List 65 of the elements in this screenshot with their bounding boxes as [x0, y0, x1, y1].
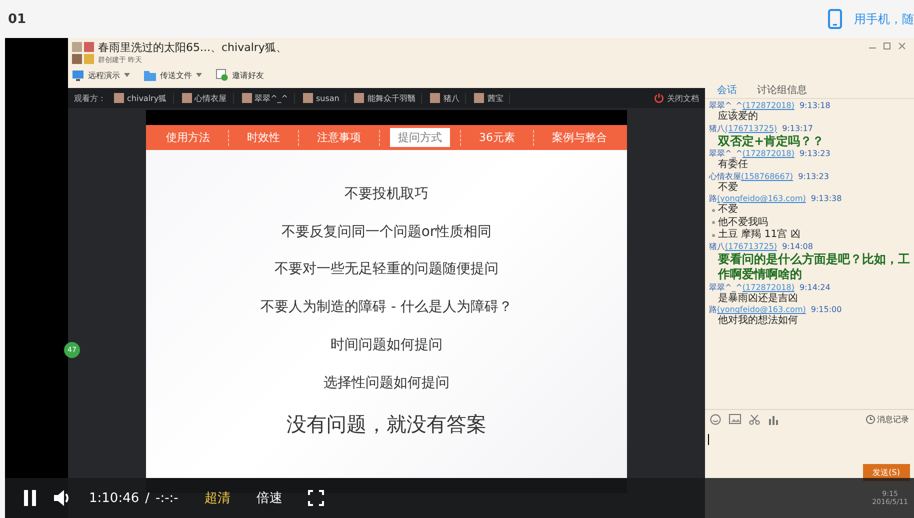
message-text: 要看问的是什么方面是吧？比如，工作啊爱情啊啥的	[716, 252, 911, 283]
window-controls-icon[interactable]	[868, 42, 908, 50]
elapsed-time: 1:10:46	[89, 490, 140, 506]
slide-text: 不要人为制造的障碍 - 什么是人为障碍？	[260, 298, 512, 316]
message-header: 翠翠^_^(172872018) 9:13:23	[709, 149, 832, 158]
power-icon	[654, 93, 664, 103]
viewers-label: 观看方：	[74, 92, 106, 104]
slide-text: 选择性问题如何提问	[324, 374, 450, 392]
message-history-button[interactable]: 消息记录	[866, 414, 909, 424]
duration-time: -:-:-	[156, 490, 178, 506]
message-header: 路(yongfeido@163.com) 9:15:00	[709, 305, 843, 314]
toolbar-button[interactable]: 邀请好友	[216, 69, 264, 81]
slide-text: 不要反复问同一个问题or性质相同	[281, 222, 492, 240]
message-text: 不爱	[718, 204, 738, 217]
smiley-icon[interactable]	[710, 414, 721, 424]
slide-text: 不要投机取巧	[344, 184, 428, 203]
chat-tab[interactable]: 会话	[717, 83, 737, 97]
message-header: 猪八(176713725) 9:13:17	[709, 124, 814, 134]
chat-tab[interactable]: 讨论组信息	[757, 83, 807, 97]
slide-text: 不要对一些无足轻重的问题随便提问	[274, 260, 498, 278]
group-title: 春雨里洗过的太阳65...、chivalry狐、	[98, 40, 287, 55]
viewer-item[interactable]: 翠翠^_^	[242, 92, 295, 104]
message-header: 猪八(176713725) 9:14:08	[709, 242, 814, 252]
screen-icon	[72, 70, 84, 80]
slide-text: 没有问题，就没有答案	[286, 411, 486, 438]
folder-icon	[144, 70, 156, 80]
message-header: 心情衣屋(158768667) 9:13:23	[709, 172, 830, 182]
bar-chart-icon[interactable]	[768, 414, 779, 424]
slide-text: 时间问题如何提问	[330, 336, 442, 354]
message-text: 他不爱我吗	[718, 216, 768, 228]
message-header: 翠翠^_^(172872018) 9:13:18	[709, 101, 832, 110]
slide-tab[interactable]: 提问方式	[390, 128, 450, 147]
bullet-icon	[712, 234, 715, 237]
toolbar-button[interactable]: 远程演示	[72, 69, 130, 81]
message-text: 应该爱的	[717, 111, 759, 124]
clock-icon	[866, 414, 875, 424]
speed-button[interactable]: 倍速	[256, 489, 282, 507]
viewer-item[interactable]: 心情衣屋	[182, 92, 234, 104]
message-header: 翠翠^_^(172872018) 9:14:24	[709, 282, 832, 292]
toolbar-button[interactable]: 传送文件	[144, 69, 202, 81]
bullet-icon	[712, 208, 715, 212]
bullet-icon	[712, 221, 715, 224]
image-icon[interactable]	[729, 414, 741, 424]
time-separator: /	[145, 490, 150, 506]
pause-icon[interactable]	[23, 490, 37, 506]
message-text: 土豆 摩羯 11宫 凶	[718, 229, 800, 242]
group-avatar-icon	[72, 42, 94, 64]
close-document-button[interactable]: 关闭文档	[654, 92, 699, 104]
message-text: 他对我的想法如何	[717, 315, 799, 328]
viewer-item[interactable]: 猪八	[430, 92, 466, 104]
quality-button[interactable]: 超清	[204, 489, 230, 507]
viewer-item[interactable]: 能舞众千羽翳	[354, 92, 422, 104]
viewer-item[interactable]: susan	[302, 93, 346, 103]
message-text: 是暴雨凶还是吉凶	[717, 292, 799, 306]
fullscreen-icon[interactable]	[308, 490, 324, 506]
episode-number: 01	[8, 12, 26, 26]
phone-icon	[828, 9, 842, 29]
add-user-icon	[216, 69, 228, 81]
scissors-icon[interactable]	[749, 414, 760, 424]
message-text: 双否定+肯定吗？？	[716, 134, 826, 150]
viewer-item[interactable]: 茜宝	[474, 92, 510, 104]
message-text: 不爱	[717, 182, 739, 194]
viewer-item[interactable]: chivalry狐	[114, 92, 174, 104]
message-text: 有委任	[717, 159, 749, 172]
message-header: 路(yongfeido@163.com) 9:13:38	[709, 194, 843, 204]
